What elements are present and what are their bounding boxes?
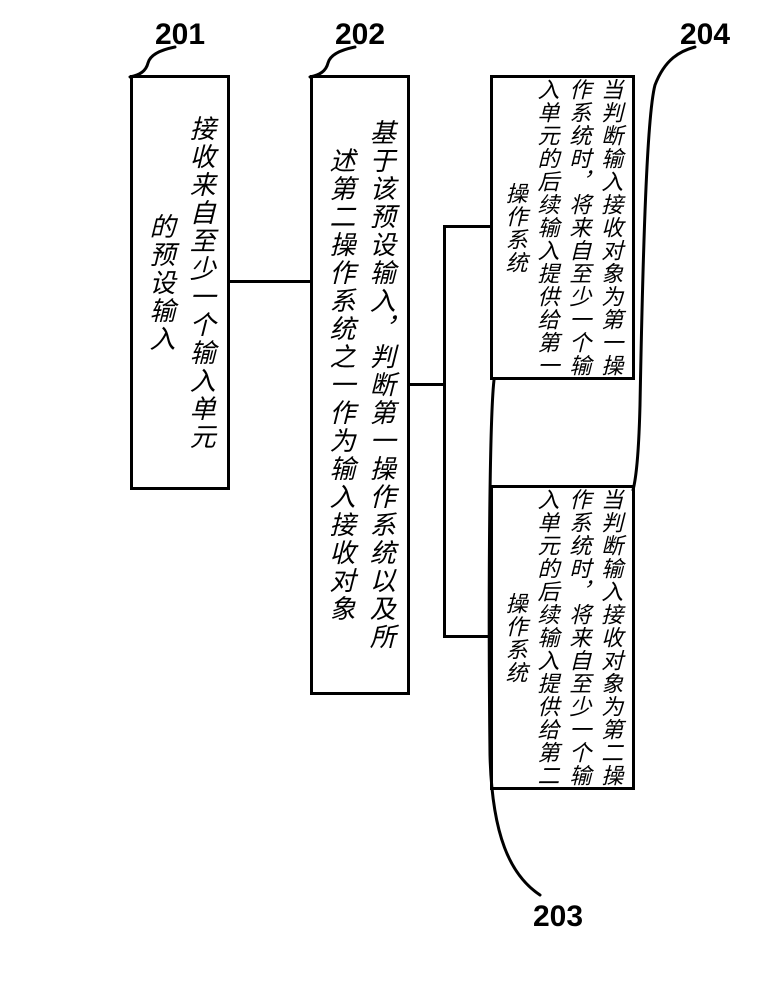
connector-202-out <box>410 383 445 386</box>
step-203-box: 当判断输入接收对象为第一操 作系统时，将来自至少一个输 入单元的后续输入提供给第… <box>490 75 635 380</box>
connector-trunk-vertical <box>443 225 446 638</box>
flowchart-canvas: 接收来自至少一个输入单元 的预设输入 基于该预设输入，判断第一操作系统以及所 述… <box>0 0 764 1000</box>
leader-202 <box>300 45 370 85</box>
leader-204 <box>625 45 715 495</box>
leader-203 <box>480 375 570 910</box>
leader-201 <box>120 45 190 85</box>
step-202-box: 基于该预设输入，判断第一操作系统以及所 述第二操作系统之一作为输入接收对象 <box>310 75 410 695</box>
connector-trunk-203 <box>443 225 490 228</box>
step-201-box: 接收来自至少一个输入单元 的预设输入 <box>130 75 230 490</box>
connector-201-202 <box>230 280 310 283</box>
step-201-text: 接收来自至少一个输入单元 的预设输入 <box>140 115 221 451</box>
step-203-text: 当判断输入接收对象为第一操 作系统时，将来自至少一个输 入单元的后续输入提供给第… <box>499 78 627 377</box>
step-202-text: 基于该预设输入，判断第一操作系统以及所 述第二操作系统之一作为输入接收对象 <box>320 119 401 651</box>
